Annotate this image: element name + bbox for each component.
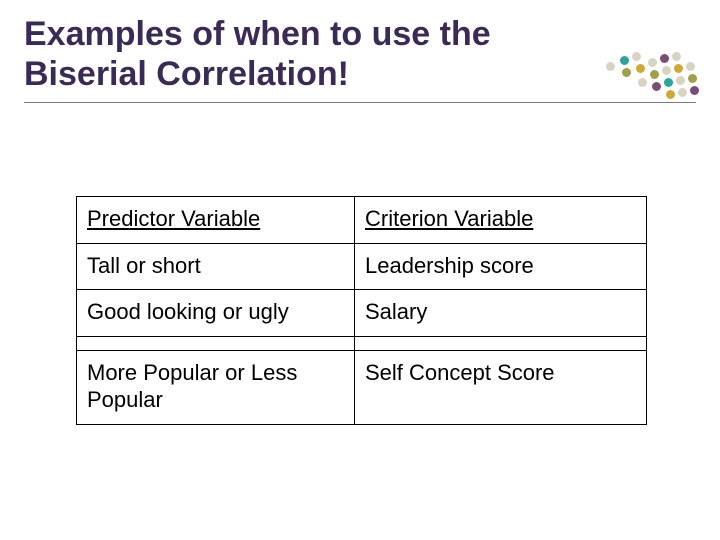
spacer-cell: [355, 336, 647, 350]
dot-icon: [664, 78, 673, 87]
cell-predictor: Good looking or ugly: [77, 290, 355, 337]
dot-icon: [648, 58, 657, 67]
table-header-row: Predictor Variable Criterion Variable: [77, 197, 647, 244]
dot-icon: [678, 88, 687, 97]
dot-icon: [620, 56, 629, 65]
dot-icon: [666, 90, 675, 99]
dot-icon: [638, 78, 647, 87]
dot-icon: [686, 62, 695, 71]
table-row: Good looking or ugly Salary: [77, 290, 647, 337]
dot-icon: [606, 62, 615, 71]
examples-table: Predictor Variable Criterion Variable Ta…: [76, 196, 647, 425]
dot-icon: [660, 54, 669, 63]
dot-icon: [688, 74, 697, 83]
title-underline: [24, 102, 696, 103]
slide: Examples of when to use the Biserial Cor…: [0, 0, 720, 540]
dot-icon: [622, 68, 631, 77]
title-block: Examples of when to use the Biserial Cor…: [24, 14, 584, 94]
dot-icon: [672, 52, 681, 61]
slide-title: Examples of when to use the Biserial Cor…: [24, 14, 584, 94]
dot-icon: [690, 86, 699, 95]
spacer-cell: [77, 336, 355, 350]
cell-criterion: Leadership score: [355, 243, 647, 290]
header-criterion: Criterion Variable: [355, 197, 647, 244]
dot-icon: [662, 66, 671, 75]
table-row: More Popular or Less Popular Self Concep…: [77, 350, 647, 424]
cell-criterion: Self Concept Score: [355, 350, 647, 424]
dot-icon: [636, 64, 645, 73]
table-row: Tall or short Leadership score: [77, 243, 647, 290]
cell-predictor: More Popular or Less Popular: [77, 350, 355, 424]
cell-predictor: Tall or short: [77, 243, 355, 290]
dot-icon: [650, 70, 659, 79]
cell-criterion: Salary: [355, 290, 647, 337]
header-predictor: Predictor Variable: [77, 197, 355, 244]
dot-icon: [632, 52, 641, 61]
dot-icon: [674, 64, 683, 73]
table-row-spacer: [77, 336, 647, 350]
decorative-dots: [602, 52, 698, 112]
dot-icon: [676, 76, 685, 85]
dot-icon: [652, 82, 661, 91]
